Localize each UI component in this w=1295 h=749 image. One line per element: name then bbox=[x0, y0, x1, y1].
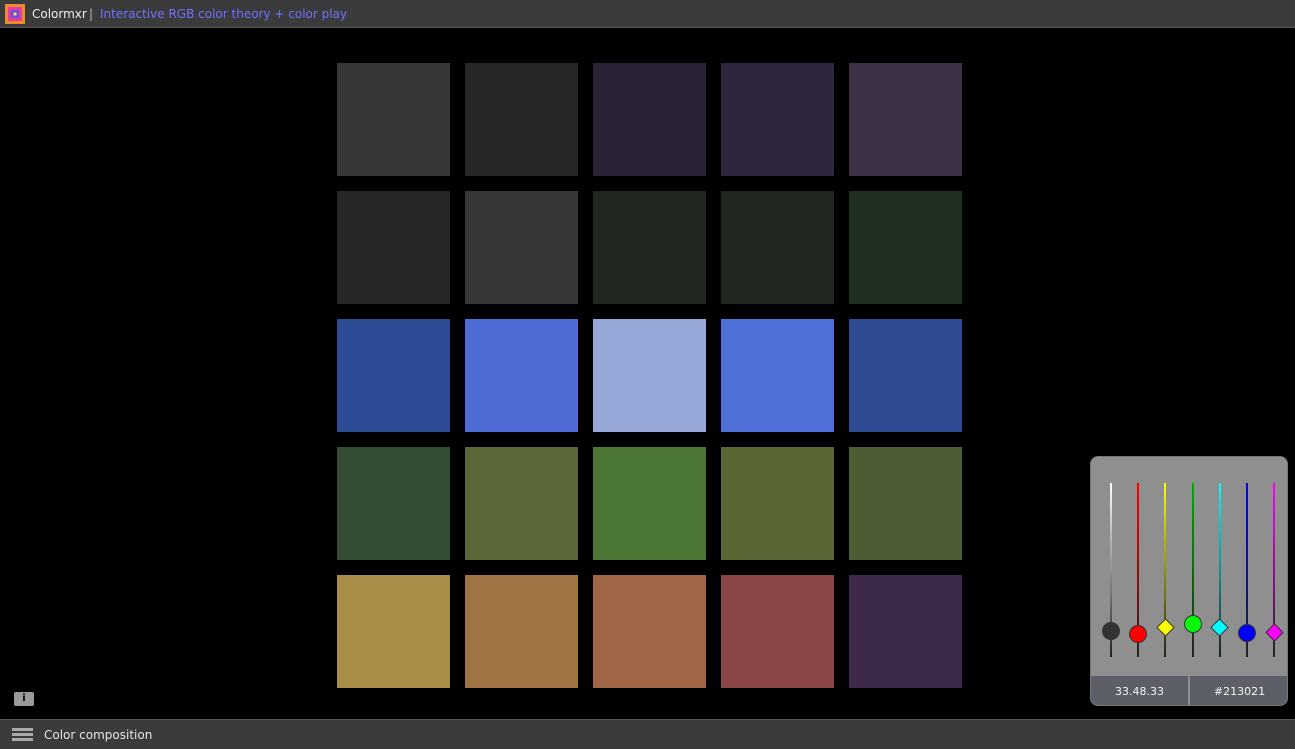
color-swatch[interactable] bbox=[849, 63, 962, 176]
app-header: Colormxr | Interactive RGB color theory … bbox=[0, 0, 1295, 28]
color-swatch[interactable] bbox=[337, 447, 450, 560]
color-swatch[interactable] bbox=[337, 575, 450, 688]
app-title: Colormxr bbox=[32, 7, 87, 21]
slider-handle-white[interactable] bbox=[1102, 621, 1120, 640]
color-readouts: 33.48.33 #213021 bbox=[1091, 676, 1287, 705]
slider-handle-green[interactable] bbox=[1183, 614, 1202, 633]
hex-readout[interactable]: #213021 bbox=[1190, 676, 1287, 705]
color-swatch[interactable] bbox=[593, 319, 706, 432]
color-swatch[interactable] bbox=[721, 63, 834, 176]
slider-handle-magenta[interactable] bbox=[1264, 623, 1284, 642]
color-swatch[interactable] bbox=[721, 191, 834, 304]
slider-handle-red[interactable] bbox=[1129, 625, 1148, 644]
color-swatch[interactable] bbox=[593, 447, 706, 560]
footer-mode-label: Color composition bbox=[44, 728, 153, 742]
color-swatch[interactable] bbox=[465, 63, 578, 176]
slider-handle-yellow[interactable] bbox=[1156, 618, 1175, 637]
color-swatch[interactable] bbox=[849, 447, 962, 560]
color-swatch[interactable] bbox=[721, 447, 834, 560]
color-swatch[interactable] bbox=[593, 63, 706, 176]
color-swatch[interactable] bbox=[465, 319, 578, 432]
app-tagline[interactable]: Interactive RGB color theory + color pla… bbox=[100, 7, 347, 21]
color-swatch[interactable] bbox=[337, 63, 450, 176]
rgb-readout[interactable]: 33.48.33 bbox=[1091, 676, 1188, 705]
hamburger-menu-icon[interactable] bbox=[12, 728, 33, 742]
color-swatch[interactable] bbox=[849, 191, 962, 304]
slider-handle-blue[interactable] bbox=[1238, 623, 1256, 642]
color-swatch[interactable] bbox=[337, 319, 450, 432]
title-separator: | bbox=[89, 7, 94, 21]
slider-handle-cyan[interactable] bbox=[1210, 618, 1229, 637]
color-swatch[interactable] bbox=[465, 447, 578, 560]
color-swatch[interactable] bbox=[465, 575, 578, 688]
color-swatch[interactable] bbox=[721, 319, 834, 432]
colormxr-logo-icon bbox=[5, 4, 25, 24]
app-footer: Color composition bbox=[0, 719, 1295, 749]
color-swatch[interactable] bbox=[593, 575, 706, 688]
color-swatch[interactable] bbox=[337, 191, 450, 304]
color-swatch[interactable] bbox=[849, 575, 962, 688]
color-mixer-panel: 33.48.33 #213021 bbox=[1090, 456, 1288, 706]
color-swatch[interactable] bbox=[593, 191, 706, 304]
info-button[interactable]: i bbox=[14, 692, 34, 706]
color-swatch[interactable] bbox=[721, 575, 834, 688]
color-swatch[interactable] bbox=[849, 319, 962, 432]
color-swatch[interactable] bbox=[465, 191, 578, 304]
